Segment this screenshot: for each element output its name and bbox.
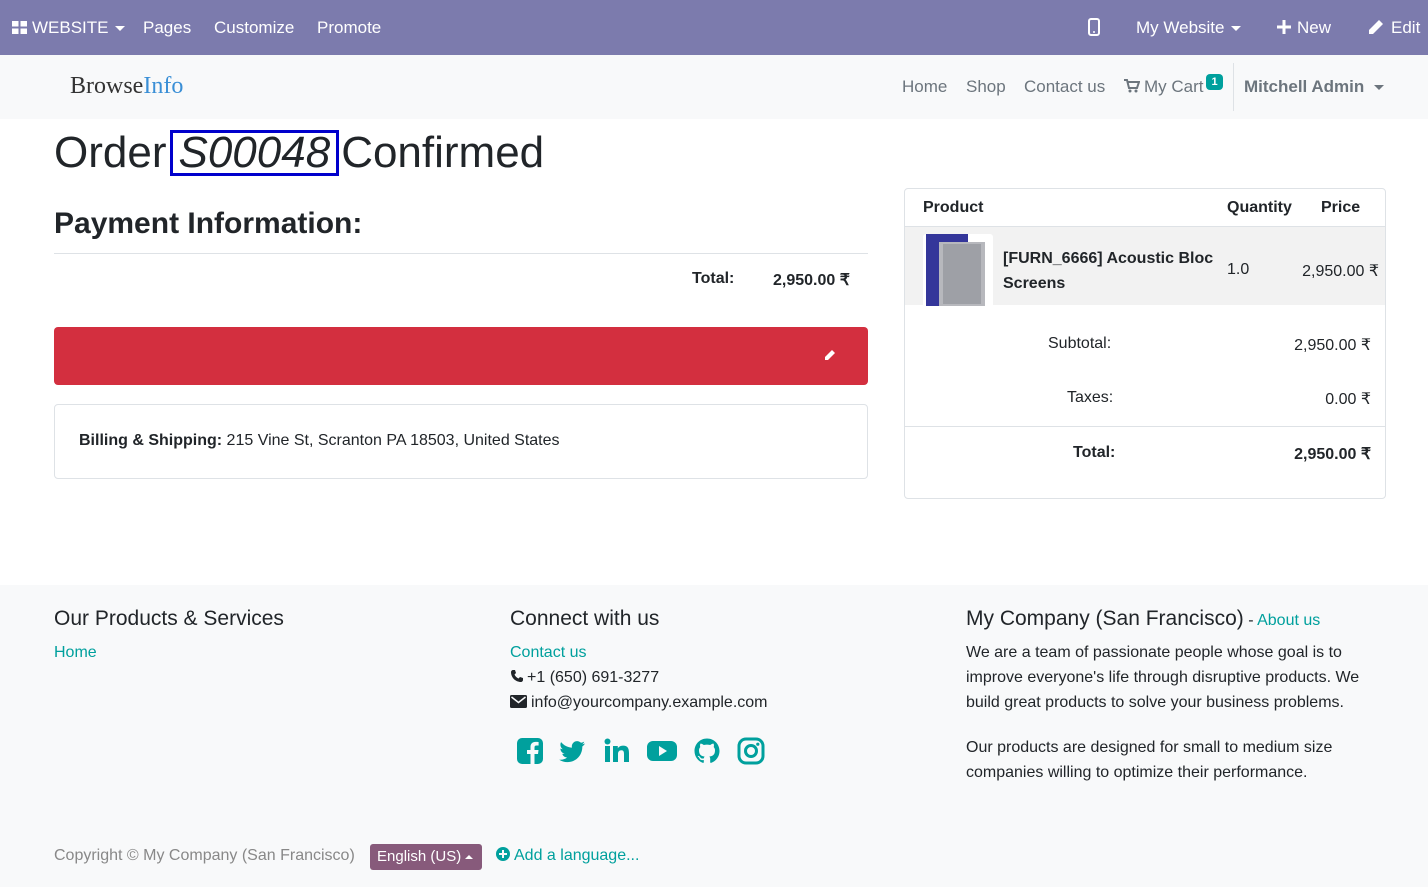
new-button[interactable]: New bbox=[1277, 0, 1331, 55]
billing-label: Billing & Shipping: bbox=[79, 432, 223, 449]
order-summary-card: Product Quantity Price [FURN_6666] Acous… bbox=[904, 188, 1386, 499]
divider bbox=[54, 253, 868, 254]
edit-button[interactable]: Edit bbox=[1368, 0, 1420, 55]
company-name: My Company (San Francisco) bbox=[966, 607, 1244, 630]
title-suffix: Confirmed bbox=[341, 128, 545, 177]
pages-menu[interactable]: Pages bbox=[143, 0, 191, 55]
payment-total-value: 2,950.00 ₹ bbox=[773, 272, 850, 289]
plus-icon bbox=[1277, 20, 1291, 34]
phone-number: +1 (650) 691-3277 bbox=[527, 669, 660, 686]
linkedin-icon[interactable] bbox=[603, 737, 631, 765]
promote-menu[interactable]: Promote bbox=[317, 0, 381, 55]
language-selector[interactable]: English (US) bbox=[370, 844, 482, 870]
pencil-icon[interactable] bbox=[822, 347, 838, 363]
plus-circle-icon bbox=[496, 847, 510, 861]
product-quantity: 1.0 bbox=[1227, 261, 1250, 278]
payment-heading: Payment Information: bbox=[54, 207, 363, 240]
footer-products-heading: Our Products & Services bbox=[54, 607, 284, 630]
nav-contact-us[interactable]: Contact us bbox=[1024, 55, 1105, 119]
twitter-icon[interactable] bbox=[559, 737, 587, 765]
nav-divider bbox=[1233, 63, 1234, 111]
cart-icon bbox=[1124, 79, 1141, 93]
product-name: [FURN_6666] Acoustic Bloc Screens bbox=[1003, 250, 1214, 292]
footer-email: info@yourcompany.example.com bbox=[510, 690, 768, 715]
order-number: S00048 bbox=[170, 130, 340, 176]
product-image bbox=[923, 234, 993, 310]
logo-text: Browse bbox=[70, 73, 144, 99]
language-label: English (US) bbox=[377, 848, 462, 865]
customize-menu[interactable]: Customize bbox=[214, 0, 294, 55]
taxes-label: Taxes: bbox=[1067, 389, 1114, 406]
footer-contact-link[interactable]: Contact us bbox=[510, 640, 586, 665]
add-language-link[interactable]: Add a language... bbox=[496, 847, 639, 865]
footer: Our Products & Services Home Connect wit… bbox=[0, 585, 1428, 887]
site-logo[interactable]: BrowseInfo bbox=[70, 73, 183, 100]
copyright: Copyright © My Company (San Francisco) bbox=[54, 847, 355, 864]
add-language-label: Add a language... bbox=[514, 847, 640, 864]
divider bbox=[905, 426, 1385, 427]
col-header-price: Price bbox=[1321, 199, 1361, 216]
footer-company-heading: My Company (San Francisco) - About us bbox=[966, 607, 1320, 631]
company-description: We are a team of passionate people whose… bbox=[966, 644, 1360, 711]
page-title: Order S00048 Confirmed bbox=[54, 128, 544, 178]
billing-address: 215 Vine St, Scranton PA 18503, United S… bbox=[226, 432, 560, 449]
about-us-link[interactable]: About us bbox=[1257, 612, 1320, 629]
chevron-down-icon bbox=[114, 26, 125, 32]
product-price: 2,950.00 ₹ bbox=[1302, 263, 1379, 280]
new-button-label: New bbox=[1297, 18, 1332, 37]
table-row: [FURN_6666] Acoustic Bloc Screens 1.0 2,… bbox=[905, 227, 1385, 310]
website-selector[interactable]: My Website bbox=[1136, 0, 1241, 55]
chevron-down-icon bbox=[1374, 85, 1385, 91]
edit-button-label: Edit bbox=[1391, 18, 1421, 37]
cart-count-badge: 1 bbox=[1206, 74, 1223, 90]
mobile-icon bbox=[1088, 18, 1100, 36]
pencil-icon bbox=[1369, 20, 1383, 34]
payment-total-label: Total: bbox=[692, 270, 735, 287]
email-address: info@yourcompany.example.com bbox=[531, 694, 768, 711]
summary-total-label: Total: bbox=[1073, 444, 1116, 461]
website-menu-label: WEBSITE bbox=[32, 18, 109, 37]
cart-label: My Cart bbox=[1144, 77, 1204, 96]
footer-home-link[interactable]: Home bbox=[54, 640, 97, 665]
phone-icon bbox=[511, 670, 523, 682]
facebook-icon[interactable] bbox=[516, 737, 544, 765]
nav-my-cart[interactable]: My Cart bbox=[1124, 55, 1204, 119]
col-header-quantity: Quantity bbox=[1227, 199, 1292, 216]
subtotal-label: Subtotal: bbox=[1048, 335, 1112, 352]
website-selector-label: My Website bbox=[1136, 18, 1225, 37]
mobile-preview-button[interactable] bbox=[1088, 0, 1100, 55]
chevron-down-icon bbox=[1230, 26, 1241, 32]
col-header-product: Product bbox=[923, 199, 984, 216]
apps-grid-icon bbox=[12, 21, 27, 34]
billing-shipping-card: Billing & Shipping: 215 Vine St, Scranto… bbox=[54, 404, 868, 479]
company-description-2: Our products are designed for small to m… bbox=[966, 739, 1333, 781]
subtotal-value: 2,950.00 ₹ bbox=[1294, 337, 1371, 354]
admin-bar: WEBSITE Pages Customize Promote My Websi… bbox=[0, 0, 1428, 55]
instagram-icon[interactable] bbox=[737, 737, 765, 765]
title-prefix: Order bbox=[54, 128, 167, 177]
logo-text-accent: Info bbox=[143, 73, 184, 99]
nav-home[interactable]: Home bbox=[902, 55, 947, 119]
caret-up-icon bbox=[465, 855, 473, 859]
payment-status-alert bbox=[54, 327, 868, 385]
summary-total-value: 2,950.00 ₹ bbox=[1294, 446, 1371, 463]
user-name: Mitchell Admin bbox=[1244, 77, 1365, 96]
heading-separator: - bbox=[1243, 612, 1258, 629]
taxes-value: 0.00 ₹ bbox=[1325, 391, 1371, 408]
footer-connect-heading: Connect with us bbox=[510, 607, 660, 630]
website-menu[interactable]: WEBSITE bbox=[12, 0, 125, 55]
youtube-icon[interactable] bbox=[647, 737, 677, 765]
envelope-icon bbox=[510, 695, 527, 708]
footer-phone: +1 (650) 691-3277 bbox=[510, 665, 659, 690]
github-icon[interactable] bbox=[693, 737, 721, 765]
nav-shop[interactable]: Shop bbox=[966, 55, 1006, 119]
user-menu[interactable]: Mitchell Admin bbox=[1244, 55, 1385, 119]
